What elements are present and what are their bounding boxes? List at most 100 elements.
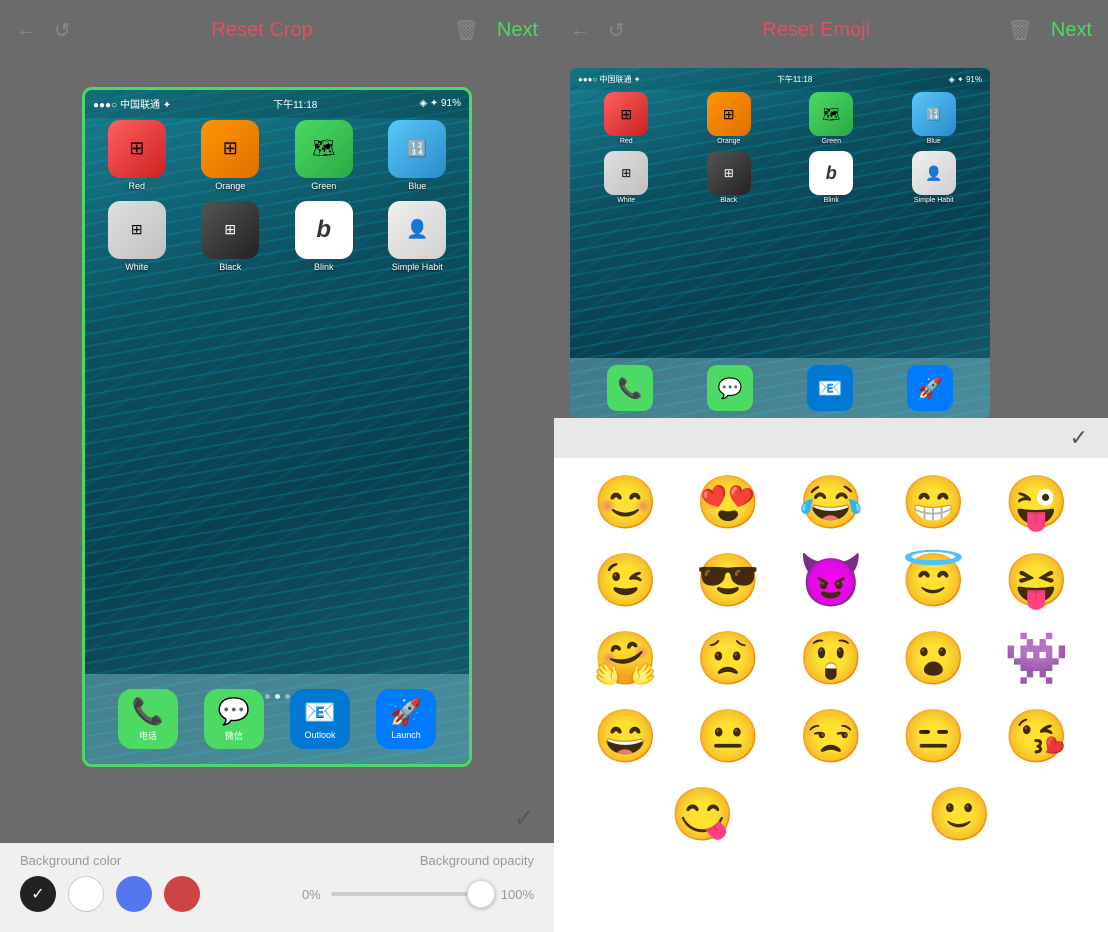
opacity-end-label: 100%: [501, 887, 534, 902]
bottom-controls: Background color Background opacity ✓ 0%…: [0, 843, 554, 932]
toolbar-right-group: 🗑 Next: [453, 18, 538, 43]
time-text: 下午11:18: [273, 96, 317, 111]
emoji-laugh-cry[interactable]: 😂: [791, 468, 871, 538]
emoji-extra-1[interactable]: 😋: [663, 780, 743, 850]
app-icon-orange: ⊞: [201, 120, 259, 178]
emoji-unamused[interactable]: 😒: [791, 702, 871, 772]
next-button[interactable]: Next: [497, 19, 538, 42]
emoji-heart-eyes[interactable]: 😍: [688, 468, 768, 538]
emoji-row-1: 😊 😍 😂 😁 😜: [574, 468, 1088, 538]
right-icons-grid: ⊞ Red ⊞ Orange 🗺 Green 🔢 Blue: [578, 92, 982, 204]
dock-launch[interactable]: 🚀 Launch: [376, 689, 436, 749]
app-icon-black: ⊞: [201, 201, 259, 259]
emoji-tongue[interactable]: 😝: [997, 546, 1077, 616]
dock-outlook[interactable]: 📧 Outlook: [290, 689, 350, 749]
opacity-slider[interactable]: [331, 892, 491, 896]
bg-opacity-label: Background opacity: [420, 853, 534, 868]
emoji-extra-2[interactable]: 🙂: [920, 780, 1000, 850]
app-icons-grid: ⊞ Red ⊞ Orange 🗺 Green: [95, 120, 459, 272]
app-black[interactable]: ⊞ Black: [189, 201, 273, 272]
right-phone-frame: ●●●○ 中国联通 ✦ 下午11:18 ◈ ✦ 91% ⊞ Red ⊞ Oran…: [570, 68, 990, 418]
emoji-hugging[interactable]: 🤗: [585, 624, 665, 694]
emoji-sunglasses[interactable]: 😎: [688, 546, 768, 616]
app-icon-red: ⊞: [108, 120, 166, 178]
emoji-wink[interactable]: 😉: [585, 546, 665, 616]
emoji-angel[interactable]: 😇: [894, 546, 974, 616]
app-green[interactable]: 🗺 Green: [282, 120, 366, 191]
undo-icon[interactable]: ↺: [54, 18, 71, 43]
app-habit[interactable]: 👤 Simple Habit: [376, 201, 460, 272]
checkmark-icon[interactable]: ✓: [514, 804, 534, 833]
app-blink[interactable]: b Blink: [282, 201, 366, 272]
color-swatch-white[interactable]: [68, 876, 104, 912]
back-icon[interactable]: ←: [16, 19, 36, 42]
emoji-smile-big[interactable]: 😄: [585, 702, 665, 772]
app-label-white: White: [125, 262, 148, 272]
right-status-bar: ●●●○ 中国联通 ✦ 下午11:18 ◈ ✦ 91%: [570, 68, 990, 90]
dock-outlook-label: Outlook: [304, 730, 335, 740]
emoji-row-3: 🤗 😟 😲 😮 👾: [574, 624, 1088, 694]
right-next-button[interactable]: Next: [1051, 19, 1092, 42]
app-blue[interactable]: 🔢 Blue: [376, 120, 460, 191]
emoji-grin[interactable]: 😊: [585, 468, 665, 538]
carrier-text: ●●●○ 中国联通 ✦: [93, 96, 171, 111]
right-app-black: ⊞ Black: [681, 151, 778, 204]
right-icon-black: ⊞: [707, 151, 751, 195]
emoji-devil[interactable]: 😈: [791, 546, 871, 616]
right-icon-red: ⊞: [604, 92, 648, 136]
reset-crop-title: Reset Crop: [212, 19, 313, 42]
right-dock-launch: 🚀: [907, 365, 953, 411]
right-toolbar-left: ← ↺: [570, 18, 625, 43]
right-dock-phone: 📞: [607, 365, 653, 411]
app-label-habit: Simple Habit: [392, 262, 443, 272]
right-app-habit: 👤 Simple Habit: [886, 151, 983, 204]
opacity-start-label: 0%: [302, 887, 321, 902]
emoji-sad[interactable]: 😟: [688, 624, 768, 694]
right-undo-icon[interactable]: ↺: [608, 18, 625, 43]
right-icon-orange: ⊞: [707, 92, 751, 136]
emoji-wink-tongue[interactable]: 😜: [997, 468, 1077, 538]
trash-icon[interactable]: 🗑: [453, 18, 478, 43]
right-app-red: ⊞ Red: [578, 92, 675, 145]
emoji-open-mouth[interactable]: 😮: [894, 624, 974, 694]
dock-wechat-label: 微信: [225, 729, 243, 742]
right-checkmark[interactable]: ✓: [1070, 425, 1088, 451]
app-white[interactable]: ⊞ White: [95, 201, 179, 272]
color-swatch-black[interactable]: ✓: [20, 876, 56, 912]
app-label-blink: Blink: [314, 262, 334, 272]
left-toolbar: ← ↺ Reset Crop 🗑 Next: [0, 0, 554, 60]
right-icon-green: 🗺: [809, 92, 853, 136]
app-label-black: Black: [219, 262, 241, 272]
emoji-expressionless[interactable]: 😑: [894, 702, 974, 772]
app-label-orange: Orange: [215, 181, 245, 191]
app-orange[interactable]: ⊞ Orange: [189, 120, 273, 191]
color-swatch-red[interactable]: [164, 876, 200, 912]
right-trash-icon[interactable]: 🗑: [1007, 18, 1032, 43]
dock-phone[interactable]: 📞 电话: [118, 689, 178, 749]
toolbar-left-group: ← ↺: [16, 18, 71, 43]
dock-wechat[interactable]: 💬 微信: [204, 689, 264, 749]
bg-color-label: Background color: [20, 853, 121, 868]
dock-launch-label: Launch: [391, 730, 421, 740]
right-toolbar: ← ↺ Reset Emoji 🗑 Next: [554, 0, 1108, 60]
right-icon-blue: 🔢: [912, 92, 956, 136]
phone-screen: ●●●○ 中国联通 ✦ 下午11:18 ◈ ✦ 91% ⊞ Red ⊞: [85, 90, 469, 764]
color-swatch-blue[interactable]: [116, 876, 152, 912]
app-red[interactable]: ⊞ Red: [95, 120, 179, 191]
phone-dock: 📞 电话 💬 微信 📧 Outlook 🚀 Launch: [85, 674, 469, 764]
bg-labels-row: Background color Background opacity: [20, 853, 534, 868]
right-toolbar-right: 🗑 Next: [1007, 18, 1092, 43]
opacity-section: 0% 100%: [302, 887, 534, 902]
emoji-neutral[interactable]: 😐: [688, 702, 768, 772]
slider-thumb[interactable]: [467, 880, 495, 908]
right-back-icon[interactable]: ←: [570, 19, 590, 42]
app-icon-white: ⊞: [108, 201, 166, 259]
emoji-ghost[interactable]: 👾: [997, 624, 1077, 694]
phone-status-bar: ●●●○ 中国联通 ✦ 下午11:18 ◈ ✦ 91%: [85, 90, 469, 118]
emoji-kiss[interactable]: 😘: [997, 702, 1077, 772]
bg-controls-row: ✓ 0% 100%: [20, 876, 534, 912]
reset-emoji-title: Reset Emoji: [762, 19, 870, 42]
emoji-grinning[interactable]: 😁: [894, 468, 974, 538]
emoji-shocked[interactable]: 😲: [791, 624, 871, 694]
dock-phone-label: 电话: [139, 729, 157, 742]
